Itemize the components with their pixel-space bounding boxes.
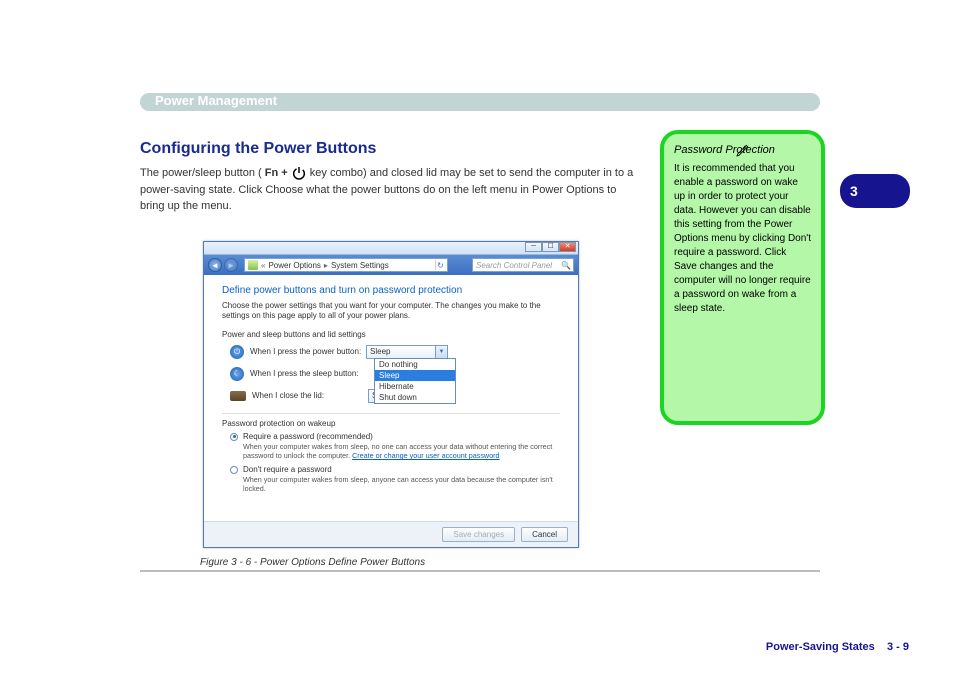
dialog-intro: Choose the power settings that you want … xyxy=(222,301,560,322)
dont-require-radio[interactable] xyxy=(230,466,238,474)
note-text: It is recommended that you enable a pass… xyxy=(674,162,811,316)
page-num-text: 3 - 9 xyxy=(887,641,909,653)
dialog-titlebar: ─ ☐ ✕ xyxy=(204,242,578,255)
dialog-sub1: Power and sleep buttons and lid settings xyxy=(222,330,560,339)
close-button[interactable]: ✕ xyxy=(559,242,576,252)
dont-require-label: Don't require a password xyxy=(243,465,560,474)
minimize-button[interactable]: ─ xyxy=(525,242,542,252)
lid-icon xyxy=(230,391,246,401)
section-heading: Configuring the Power Buttons xyxy=(140,140,376,158)
power-icon: ⏻ xyxy=(230,345,244,359)
maximize-button[interactable]: ☐ xyxy=(542,242,559,252)
password-section: Password protection on wakeup Require a … xyxy=(222,413,560,493)
breadcrumb[interactable]: « Power Options ▸ System Settings ↻ xyxy=(244,258,448,272)
search-input[interactable]: Search Control Panel 🔍 xyxy=(472,258,574,272)
chapter-tab-label: 3 xyxy=(850,183,858,199)
dialog-body: Define power buttons and turn on passwor… xyxy=(204,275,578,493)
page-number: Power-Saving States 3 - 9 xyxy=(766,641,909,653)
power-options-dialog: ─ ☐ ✕ ◄ ► « Power Options ▸ System Setti… xyxy=(203,241,579,548)
save-changes-button[interactable]: Save changes xyxy=(442,527,515,542)
dont-require-row: Don't require a password When your compu… xyxy=(230,465,560,494)
breadcrumb-sep0: « xyxy=(261,261,265,270)
create-password-link[interactable]: Create or change your user account passw… xyxy=(352,451,499,460)
note-box: Password Protection It is recommended th… xyxy=(660,130,825,425)
power-button-value: Sleep xyxy=(370,347,390,356)
power-button-dropdown: Do nothing Sleep Hibernate Shut down xyxy=(374,358,456,404)
header-title: Power Management xyxy=(155,93,277,108)
require-password-radio[interactable] xyxy=(230,433,238,441)
dropdown-item[interactable]: Shut down xyxy=(375,392,455,403)
refresh-icon[interactable]: ↻ xyxy=(435,260,445,270)
keycombo-label: Fn + xyxy=(265,167,291,179)
chevron-down-icon: ▼ xyxy=(435,346,447,358)
dialog-sub2: Password protection on wakeup xyxy=(222,419,560,428)
back-button[interactable]: ◄ xyxy=(208,258,222,272)
cancel-button[interactable]: Cancel xyxy=(521,527,568,542)
section-body: The power/sleep button ( Fn + key combo)… xyxy=(140,165,640,215)
power-button-row: ⏻ When I press the power button: Sleep ▼… xyxy=(230,345,560,359)
footer-rule xyxy=(140,570,820,572)
figure-caption: Figure 3 - 6 - Power Options Define Powe… xyxy=(200,557,425,568)
require-password-desc: When your computer wakes from sleep, no … xyxy=(243,442,560,461)
dialog-navbar: ◄ ► « Power Options ▸ System Settings ↻ … xyxy=(204,255,578,275)
power-button-label: When I press the power button: xyxy=(250,347,366,356)
control-panel-icon xyxy=(248,260,258,270)
dialog-heading: Define power buttons and turn on passwor… xyxy=(222,285,560,296)
body-before: The power/sleep button ( xyxy=(140,167,262,179)
dropdown-item-selected[interactable]: Sleep xyxy=(375,370,455,381)
sleep-button-label: When I press the sleep button: xyxy=(250,369,366,378)
page-ref: Power-Saving States xyxy=(766,641,875,653)
dialog-footer: Save changes Cancel xyxy=(204,521,578,547)
forward-button[interactable]: ► xyxy=(224,258,238,272)
sleep-icon: ☾ xyxy=(230,367,244,381)
search-placeholder: Search Control Panel xyxy=(476,261,552,270)
power-button-select[interactable]: Sleep ▼ xyxy=(366,345,448,359)
breadcrumb-item-1[interactable]: Power Options xyxy=(268,261,320,270)
search-icon: 🔍 xyxy=(561,261,571,270)
breadcrumb-item-2[interactable]: System Settings xyxy=(331,261,389,270)
dont-require-desc: When your computer wakes from sleep, any… xyxy=(243,475,560,494)
dropdown-item[interactable]: Hibernate xyxy=(375,381,455,392)
require-password-row: Require a password (recommended) When yo… xyxy=(230,432,560,461)
lid-label: When I close the lid: xyxy=(252,391,368,400)
window-controls: ─ ☐ ✕ xyxy=(525,242,576,252)
dropdown-item[interactable]: Do nothing xyxy=(375,359,455,370)
breadcrumb-sep: ▸ xyxy=(324,261,328,270)
require-password-label: Require a password (recommended) xyxy=(243,432,560,441)
power-icon xyxy=(291,165,307,181)
pen-icon xyxy=(735,142,751,161)
